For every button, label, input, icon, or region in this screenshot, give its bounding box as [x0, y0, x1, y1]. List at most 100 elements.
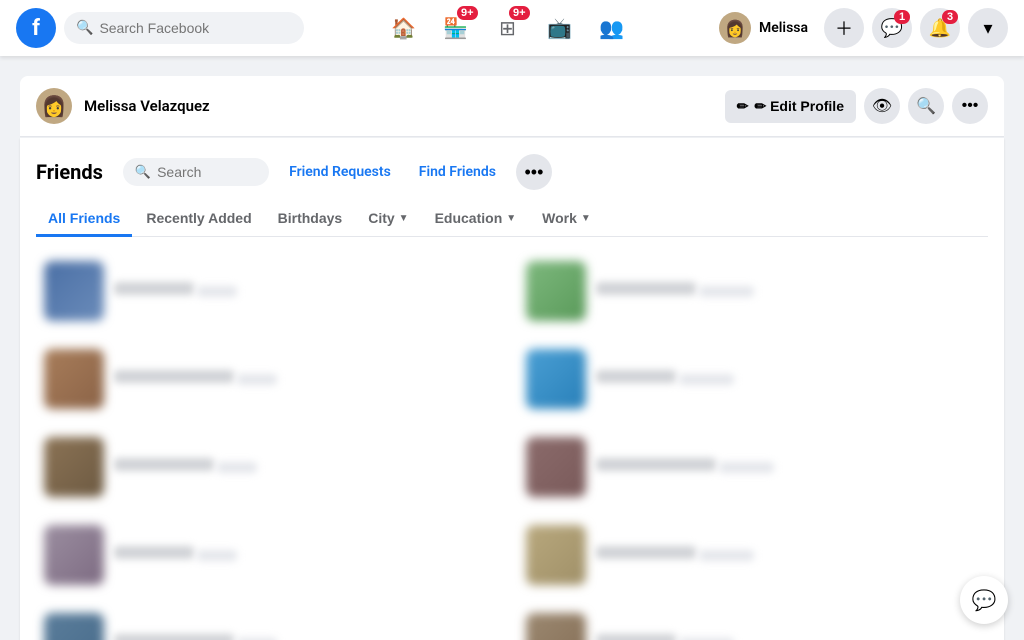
- friends-title: Friends: [36, 160, 103, 184]
- friend-info: [114, 370, 498, 389]
- tab-work[interactable]: Work ▼: [530, 202, 603, 237]
- marketplace-badge: 9+: [457, 6, 478, 20]
- home-nav-button[interactable]: 🏠: [380, 4, 428, 52]
- profile-header: 👩 Melissa Velazquez ✏ ✏ Edit Profile 👁 🔍…: [20, 76, 1004, 137]
- facebook-logo[interactable]: f: [16, 8, 56, 48]
- user-name: Melissa: [759, 20, 808, 36]
- profile-name: Melissa Velazquez: [84, 97, 210, 115]
- friends-search-bar[interactable]: 🔍: [123, 158, 269, 186]
- friend-name: [596, 282, 696, 295]
- friend-card-10[interactable]: [518, 605, 988, 640]
- profile-more-button[interactable]: •••: [952, 88, 988, 124]
- tab-city[interactable]: City ▼: [356, 202, 420, 237]
- friend-name: [596, 458, 716, 471]
- eye-icon: 👁: [872, 96, 892, 116]
- notifications-button[interactable]: 🔔 3: [920, 8, 960, 48]
- friends-panel: Friends 🔍 Friend Requests Find Friends •…: [20, 138, 1004, 640]
- friend-info: [114, 634, 498, 640]
- friend-requests-link[interactable]: Friend Requests: [281, 158, 399, 186]
- friends-more-icon: •••: [524, 162, 543, 183]
- profile-nav-button[interactable]: 👥: [588, 4, 636, 52]
- friend-action: [699, 286, 754, 297]
- friend-avatar: [526, 349, 586, 409]
- tab-birthdays[interactable]: Birthdays: [266, 202, 355, 237]
- nav-center-icons: 🏠 🏪 9+ ⊞ 9+ 📺 👥: [312, 4, 703, 52]
- friend-avatar: [526, 613, 586, 640]
- messenger-badge: 1: [894, 10, 910, 24]
- friend-avatar: [44, 613, 104, 640]
- home-icon: 🏠: [391, 16, 416, 41]
- friend-info: [596, 282, 980, 301]
- more-icon: •••: [962, 97, 979, 115]
- friend-info: [114, 458, 498, 477]
- add-button[interactable]: ＋: [824, 8, 864, 48]
- friend-card-5[interactable]: [36, 429, 506, 505]
- groups-badge: 9+: [509, 6, 530, 20]
- friend-card-1[interactable]: [36, 253, 506, 329]
- friends-tabs: All Friends Recently Added Birthdays Cit…: [36, 202, 988, 237]
- friend-name: [596, 634, 676, 640]
- watch-nav-button[interactable]: 📺: [536, 4, 584, 52]
- search-icon: 🔍: [76, 20, 93, 36]
- find-friends-link[interactable]: Find Friends: [411, 158, 504, 186]
- friends-search-icon: 🔍: [135, 165, 151, 180]
- friends-search-input[interactable]: [157, 164, 257, 180]
- friend-action: [699, 550, 754, 561]
- friend-name: [114, 458, 214, 471]
- messenger-button[interactable]: 💬 1: [872, 8, 912, 48]
- friend-name: [114, 282, 194, 295]
- search-input[interactable]: [99, 20, 279, 36]
- edit-profile-button[interactable]: ✏ ✏ Edit Profile: [725, 90, 856, 123]
- friend-avatar: [44, 437, 104, 497]
- friend-info: [114, 546, 498, 565]
- tab-education[interactable]: Education ▼: [423, 202, 529, 237]
- edit-icon: ✏: [737, 98, 749, 115]
- profile-search-button[interactable]: 🔍: [908, 88, 944, 124]
- content-area: 👩 Melissa Velazquez ✏ ✏ Edit Profile 👁 🔍…: [0, 56, 1024, 640]
- tab-recently-added[interactable]: Recently Added: [134, 202, 263, 237]
- friend-action: [719, 462, 774, 473]
- friend-action: [217, 462, 257, 473]
- chat-button[interactable]: 💬: [960, 576, 1008, 624]
- friend-info: [596, 458, 980, 477]
- watch-icon: 📺: [547, 16, 572, 41]
- friend-name: [596, 546, 696, 559]
- friend-action: [237, 374, 277, 385]
- search-profile-icon: 🔍: [916, 96, 936, 116]
- friend-avatar: [44, 525, 104, 585]
- friends-more-button[interactable]: •••: [516, 154, 552, 190]
- friend-name: [596, 370, 676, 383]
- nav-right-section: 👩 Melissa ＋ 💬 1 🔔 3 ▾: [711, 8, 1008, 48]
- friend-action: [679, 374, 734, 385]
- profile-actions: ✏ ✏ Edit Profile 👁 🔍 •••: [725, 88, 988, 124]
- friend-card-7[interactable]: [36, 517, 506, 593]
- profile-avatar: 👩: [36, 88, 72, 124]
- friend-card-9[interactable]: [36, 605, 506, 640]
- menu-icon: ▾: [983, 18, 992, 39]
- friend-card-6[interactable]: [518, 429, 988, 505]
- menu-button[interactable]: ▾: [968, 8, 1008, 48]
- friend-name: [114, 634, 234, 640]
- work-chevron-icon: ▼: [581, 213, 591, 224]
- friend-action: [197, 286, 237, 297]
- friend-card-3[interactable]: [36, 341, 506, 417]
- user-menu[interactable]: 👩 Melissa: [711, 8, 816, 48]
- marketplace-nav-button[interactable]: 🏪 9+: [432, 4, 480, 52]
- main-content: 👩 Melissa Velazquez ✏ ✏ Edit Profile 👁 🔍…: [0, 0, 1024, 640]
- tab-all-friends[interactable]: All Friends: [36, 202, 132, 237]
- friend-card-8[interactable]: [518, 517, 988, 593]
- friend-avatar: [44, 349, 104, 409]
- profile-eye-button[interactable]: 👁: [864, 88, 900, 124]
- friend-avatar: [526, 261, 586, 321]
- user-avatar: 👩: [719, 12, 751, 44]
- friend-card-2[interactable]: [518, 253, 988, 329]
- city-chevron-icon: ▼: [399, 213, 409, 224]
- profile-nav-icon: 👥: [599, 16, 624, 41]
- search-bar[interactable]: 🔍: [64, 12, 304, 44]
- friend-info: [596, 634, 980, 640]
- groups-nav-button[interactable]: ⊞ 9+: [484, 4, 532, 52]
- friend-card-4[interactable]: [518, 341, 988, 417]
- friend-name: [114, 370, 234, 383]
- add-icon: ＋: [835, 15, 853, 41]
- friend-info: [114, 282, 498, 301]
